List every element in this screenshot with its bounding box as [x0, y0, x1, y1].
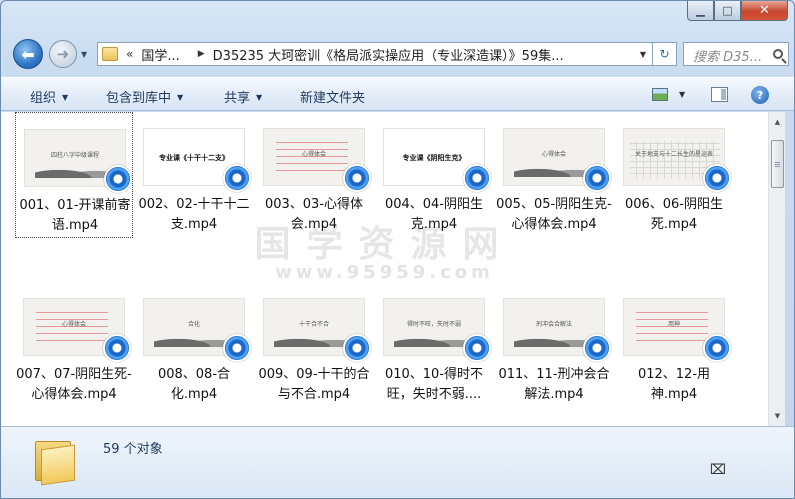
thumbnail-caption: 合化: [187, 321, 200, 328]
thumbnail-caption: 心得体会: [61, 321, 86, 328]
file-item[interactable]: 心得体会 005、05-阴阳生克-心得体会.mp4: [495, 112, 613, 238]
thumbnail-caption: 四柱八字中级课程: [50, 152, 99, 159]
file-item[interactable]: 用神 012、12-用神.mp4: [615, 282, 733, 408]
refresh-button[interactable]: ↻: [653, 42, 677, 66]
back-arrow-icon: ⬅: [21, 44, 35, 64]
breadcrumb-current-folder[interactable]: D35235 大珂密训《格局派实操应用（专业深造课）》59集...: [213, 45, 564, 64]
chevron-down-icon: ▼: [177, 93, 184, 102]
file-item[interactable]: 得时不旺，失时不弱 010、10-得时不旺，失时不弱....: [375, 282, 493, 408]
address-overflow-chevron[interactable]: «: [126, 47, 133, 61]
file-name: 010、10-得时不旺，失时不弱....: [384, 367, 484, 402]
watermark-url: www.95959.com: [275, 262, 494, 283]
scroll-down-icon[interactable]: ▼: [770, 408, 785, 424]
thumbnail-caption: 心得体会: [541, 151, 566, 158]
share-label: 共享: [224, 91, 251, 106]
file-item[interactable]: 心得体会 007、07-阴阳生死-心得体会.mp4: [15, 282, 133, 408]
chevron-down-icon: ▼: [62, 93, 69, 102]
include-in-library-menu[interactable]: 包含到库中 ▼: [106, 87, 183, 106]
help-icon[interactable]: ?: [751, 86, 769, 104]
scroll-thumb[interactable]: [771, 140, 784, 188]
search-input[interactable]: 搜索 D35...: [683, 42, 789, 66]
refresh-icon: ↻: [659, 47, 670, 61]
file-item[interactable]: 心得体会 003、03-心得体会.mp4: [255, 112, 373, 238]
thumbnail-caption: 心得体会: [301, 151, 326, 158]
file-item[interactable]: 关于地支与十二长生的星运表 006、06-阴阳生死.mp4: [615, 112, 733, 238]
caption-buttons: ▁ □ ✕: [687, 1, 788, 21]
file-name: 006、06-阴阳生死.mp4: [624, 197, 724, 232]
file-item[interactable]: 专业课《十干十二支》 002、02-十干十二支.mp4: [135, 112, 253, 238]
change-view-icon[interactable]: [652, 88, 668, 101]
forward-button[interactable]: ➜: [49, 40, 77, 68]
thumbnail-caption: 得时不旺，失时不弱: [406, 321, 461, 328]
forward-arrow-icon: ➜: [56, 45, 70, 63]
item-count: 59 个对象: [103, 442, 163, 457]
media-player-icon: [463, 334, 491, 362]
file-name: 009、09-十干的合与不合.mp4: [258, 367, 370, 402]
breadcrumb-separator-icon[interactable]: ▶: [198, 49, 205, 59]
media-player-icon: [583, 164, 611, 192]
file-name: 001、01-开课前寄语.mp4: [19, 198, 131, 233]
chevron-down-icon: ▼: [256, 93, 263, 102]
share-menu[interactable]: 共享 ▼: [224, 87, 262, 106]
include-label: 包含到库中: [106, 91, 172, 106]
navigation-bar: ⬅ ➜ ▼ « 国学... ▶ D35235 大珂密训《格局派实操应用（专业深造…: [1, 37, 794, 71]
organize-label: 组织: [30, 91, 57, 106]
explorer-window: ▁ □ ✕ ⬅ ➜ ▼ « 国学... ▶ D35235 大珂密训《格局派实操应…: [0, 0, 795, 499]
search-placeholder: 搜索 D35...: [693, 50, 763, 65]
back-button[interactable]: ⬅: [13, 39, 43, 69]
details-pane: 59 个对象 ⌧: [1, 426, 794, 498]
vertical-scrollbar[interactable]: ▲ ▼: [768, 112, 785, 426]
file-item[interactable]: 专业课《阴阳生克》 004、04-阴阳生克.mp4: [375, 112, 493, 238]
breadcrumb-guoxue[interactable]: 国学...: [141, 45, 179, 64]
maximize-button[interactable]: □: [714, 1, 741, 21]
media-player-icon: [703, 164, 731, 192]
file-item[interactable]: 合化 008、08-合化.mp4: [135, 282, 253, 408]
media-player-icon: [103, 334, 131, 362]
file-name: 012、12-用神.mp4: [637, 367, 711, 402]
file-name: 005、05-阴阳生克-心得体会.mp4: [496, 197, 612, 232]
search-icon[interactable]: [773, 49, 783, 59]
file-name: 007、07-阴阳生死-心得体会.mp4: [16, 367, 132, 402]
address-dropdown-icon[interactable]: ▼: [640, 50, 646, 59]
file-name: 004、04-阴阳生克.mp4: [384, 197, 484, 232]
close-button[interactable]: ✕: [741, 1, 788, 21]
file-name: 008、08-合化.mp4: [157, 367, 231, 402]
file-item[interactable]: 十干合不合 009、09-十干的合与不合.mp4: [255, 282, 373, 408]
file-item[interactable]: 刑冲会合解法 011、11-刑冲会合解法.mp4: [495, 282, 613, 408]
organize-menu[interactable]: 组织 ▼: [30, 87, 68, 106]
scroll-up-icon[interactable]: ▲: [770, 114, 785, 130]
minimize-button[interactable]: ▁: [687, 1, 714, 21]
media-player-icon: [343, 334, 371, 362]
file-item[interactable]: 四柱八字中级课程 001、01-开课前寄语.mp4: [15, 112, 133, 238]
new-folder-button[interactable]: 新建文件夹: [300, 87, 365, 106]
command-bar: 组织 ▼ 包含到库中 ▼ 共享 ▼ 新建文件夹 ▼ ?: [1, 77, 794, 111]
media-player-icon: [703, 334, 731, 362]
thumbnail-caption: 用神: [667, 321, 680, 328]
file-name: 002、02-十干十二支.mp4: [138, 197, 250, 232]
media-player-icon: [583, 334, 611, 362]
preview-pane-icon[interactable]: [711, 87, 728, 102]
media-player-icon: [223, 164, 251, 192]
file-list[interactable]: 国学资源网 www.95959.com 四柱八字中级课程 001、01-开课前寄语…: [1, 112, 768, 426]
thumbnail-caption: 关于地支与十二长生的星运表: [634, 151, 713, 158]
address-bar[interactable]: « 国学... ▶ D35235 大珂密训《格局派实操应用（专业深造课）》59集…: [97, 42, 653, 66]
media-player-icon: [104, 165, 132, 193]
folder-icon: [102, 47, 118, 61]
media-player-icon: [343, 164, 371, 192]
folder-icon: [35, 437, 75, 486]
recent-pages-dropdown[interactable]: ▼: [81, 50, 87, 59]
thumbnail-caption: 刑冲会合解法: [535, 321, 572, 328]
cursor-icon: ⌧: [709, 462, 726, 478]
file-name: 003、03-心得体会.mp4: [264, 197, 364, 232]
media-player-icon: [223, 334, 251, 362]
thumbnail-caption: 专业课《阴阳生克》: [402, 154, 466, 162]
thumbnail-caption: 专业课《十干十二支》: [159, 154, 229, 162]
file-name: 011、11-刑冲会合解法.mp4: [498, 367, 610, 402]
view-options-dropdown[interactable]: ▼: [679, 90, 685, 99]
media-player-icon: [463, 164, 491, 192]
thumbnail-caption: 十干合不合: [298, 321, 329, 328]
